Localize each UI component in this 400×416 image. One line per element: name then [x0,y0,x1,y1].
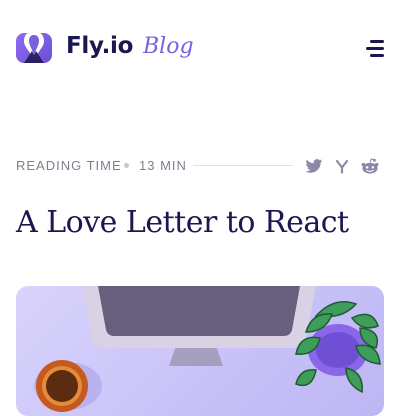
twitter-share-button[interactable] [304,157,324,175]
monitor-stand [169,346,223,366]
article-meta: READING TIME 13 MIN [16,157,384,175]
reading-time-value: 13 MIN [139,158,187,173]
coffee [46,370,78,402]
hacker-news-share-button[interactable] [332,157,352,175]
twitter-icon [305,158,323,173]
hero-illustration [16,286,384,416]
meta-separator-dot [124,163,129,168]
meta-divider [193,165,293,166]
reddit-share-button[interactable] [360,157,380,175]
reddit-icon [361,158,379,174]
article-title: A Love Letter to React [16,205,349,240]
reading-time-label: READING TIME [16,158,122,173]
desk-illustration [34,286,381,412]
hacker-news-icon [335,159,349,174]
hamburger-menu-icon[interactable] [362,38,384,58]
balloon-logo-icon [16,31,52,63]
brand-name[interactable]: Fly.io [66,33,133,59]
logo-link[interactable] [16,29,52,63]
site-header: Fly.io Blog [0,0,400,100]
monitor-screen [98,286,300,336]
blog-section-label[interactable]: Blog [143,34,194,59]
